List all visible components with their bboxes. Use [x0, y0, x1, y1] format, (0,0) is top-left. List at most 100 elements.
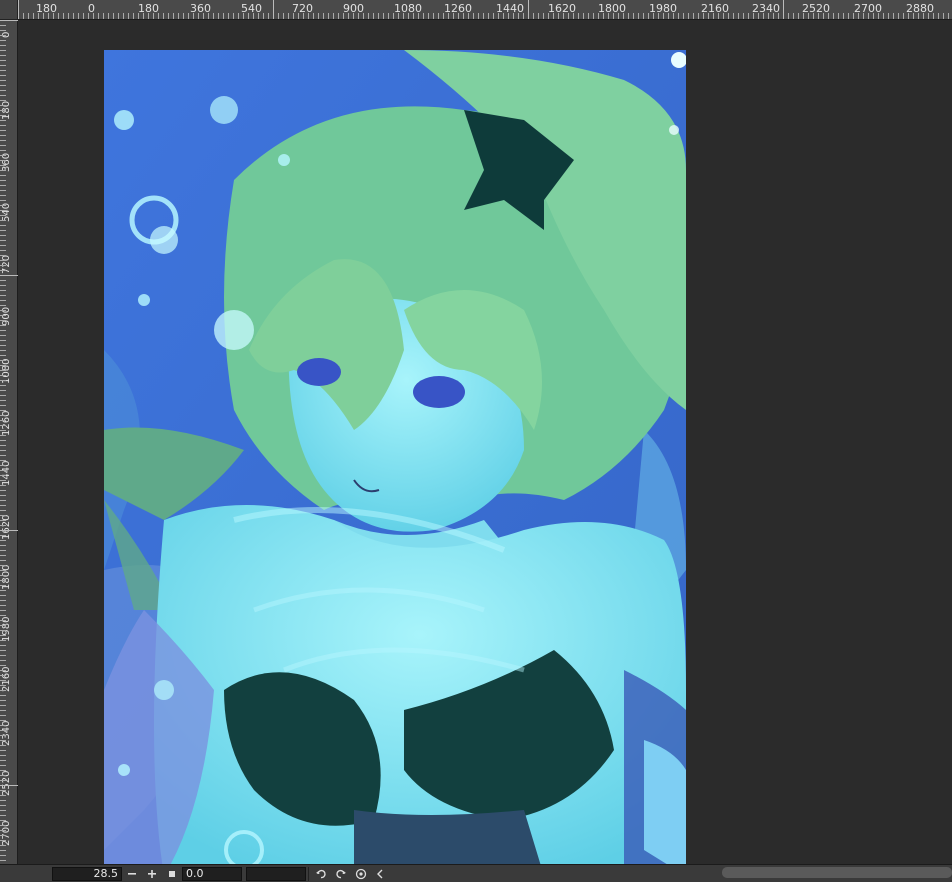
ruler-tick: [708, 13, 709, 19]
illustration-canvas[interactable]: [104, 50, 686, 876]
ruler-tick: [0, 455, 6, 456]
ruler-tick: [0, 510, 6, 511]
flip-button[interactable]: [371, 867, 391, 881]
ruler-tick: [0, 305, 6, 306]
zoom-in-button[interactable]: [142, 867, 162, 881]
ruler-tick: [0, 505, 6, 506]
zoom-out-button[interactable]: [122, 867, 142, 881]
zoom-field[interactable]: 28.5: [52, 866, 122, 881]
ruler-tick: [748, 13, 749, 19]
horizontal-ruler[interactable]: 180 0 180 360 540 720 900 1080 1260 1440…: [18, 0, 952, 20]
h-ruler-label: 2160: [701, 2, 729, 15]
ruler-tick: [0, 565, 6, 566]
ruler-tick: [473, 13, 474, 19]
ruler-tick: [83, 13, 84, 19]
ruler-tick: [0, 90, 6, 91]
ruler-tick: [833, 13, 834, 19]
minus-icon: [128, 872, 136, 875]
ruler-tick: [428, 13, 429, 19]
ruler-tick: [0, 235, 6, 236]
ruler-tick: [0, 375, 6, 376]
ruler-tick: [0, 80, 6, 81]
ruler-tick: [0, 500, 6, 501]
ruler-tick: [913, 13, 914, 19]
ruler-tick: [138, 13, 139, 19]
ruler-tick: [868, 13, 869, 19]
ruler-tick: [0, 290, 6, 291]
flip-icon: [377, 869, 383, 878]
ruler-tick: [763, 13, 764, 19]
horizontal-scrollbar[interactable]: [722, 867, 952, 878]
ruler-tick: [0, 60, 6, 61]
ruler-tick: [743, 13, 744, 19]
ruler-tick: [0, 490, 6, 491]
ruler-tick: [693, 13, 694, 19]
ruler-tick: [533, 13, 534, 19]
ruler-tick: [638, 13, 639, 19]
ruler-tick: [228, 13, 229, 19]
ruler-tick: [0, 665, 6, 666]
ruler-tick: [323, 13, 324, 19]
ruler-tick: [0, 450, 6, 451]
ruler-tick: [0, 380, 6, 381]
rotation-field[interactable]: 0.0: [182, 866, 242, 881]
ruler-tick: [888, 13, 889, 19]
ruler-tick: [333, 13, 334, 19]
ruler-tick: [18, 0, 19, 19]
ruler-tick: [348, 13, 349, 19]
ruler-tick: [0, 315, 6, 316]
ruler-tick: [448, 13, 449, 19]
ruler-tick: [258, 13, 259, 19]
ruler-tick: [0, 30, 6, 31]
ruler-tick: [853, 13, 854, 19]
ruler-tick: [98, 13, 99, 19]
ruler-tick: [0, 360, 6, 361]
ruler-tick: [553, 13, 554, 19]
ruler-tick: [0, 780, 6, 781]
ruler-tick: [0, 330, 6, 331]
ruler-tick: [453, 13, 454, 19]
ruler-tick: [928, 13, 929, 19]
ruler-tick: [433, 13, 434, 19]
ruler-tick: [0, 690, 6, 691]
ruler-tick: [0, 785, 18, 786]
ruler-tick: [0, 735, 6, 736]
fit-view-button[interactable]: [162, 867, 182, 881]
rotation-slider[interactable]: [246, 866, 306, 881]
ruler-tick: [583, 13, 584, 19]
ruler-tick: [0, 470, 6, 471]
ruler-tick: [0, 610, 6, 611]
rotate-right-button[interactable]: [331, 867, 351, 881]
ruler-tick: [288, 13, 289, 19]
ruler-tick: [943, 13, 944, 19]
ruler-tick: [193, 13, 194, 19]
ruler-tick: [543, 13, 544, 19]
ruler-tick: [308, 13, 309, 19]
ruler-tick: [663, 13, 664, 19]
ruler-tick: [0, 820, 6, 821]
illustration-artwork: [104, 50, 686, 876]
ruler-tick: [0, 130, 6, 131]
ruler-tick: [0, 435, 6, 436]
ruler-tick: [873, 13, 874, 19]
ruler-tick: [153, 13, 154, 19]
ruler-tick: [938, 13, 939, 19]
vertical-ruler[interactable]: 0 180 360 540 720 900 1080 1260 1440 162…: [0, 20, 18, 864]
rotate-left-button[interactable]: [311, 867, 331, 881]
ruler-tick: [0, 770, 6, 771]
rotate-right-icon: [336, 869, 346, 878]
ruler-tick: [688, 13, 689, 19]
canvas-workspace[interactable]: [19, 21, 952, 876]
ruler-tick: [773, 13, 774, 19]
ruler-tick: [68, 13, 69, 19]
ruler-tick: [118, 13, 119, 19]
ruler-tick: [0, 760, 6, 761]
ruler-tick: [143, 13, 144, 19]
ruler-tick: [0, 410, 6, 411]
ruler-tick: [248, 13, 249, 19]
ruler-tick: [478, 13, 479, 19]
ruler-tick: [468, 13, 469, 19]
ruler-tick: [0, 440, 6, 441]
reset-rotation-button[interactable]: [351, 867, 371, 881]
ruler-tick: [728, 13, 729, 19]
